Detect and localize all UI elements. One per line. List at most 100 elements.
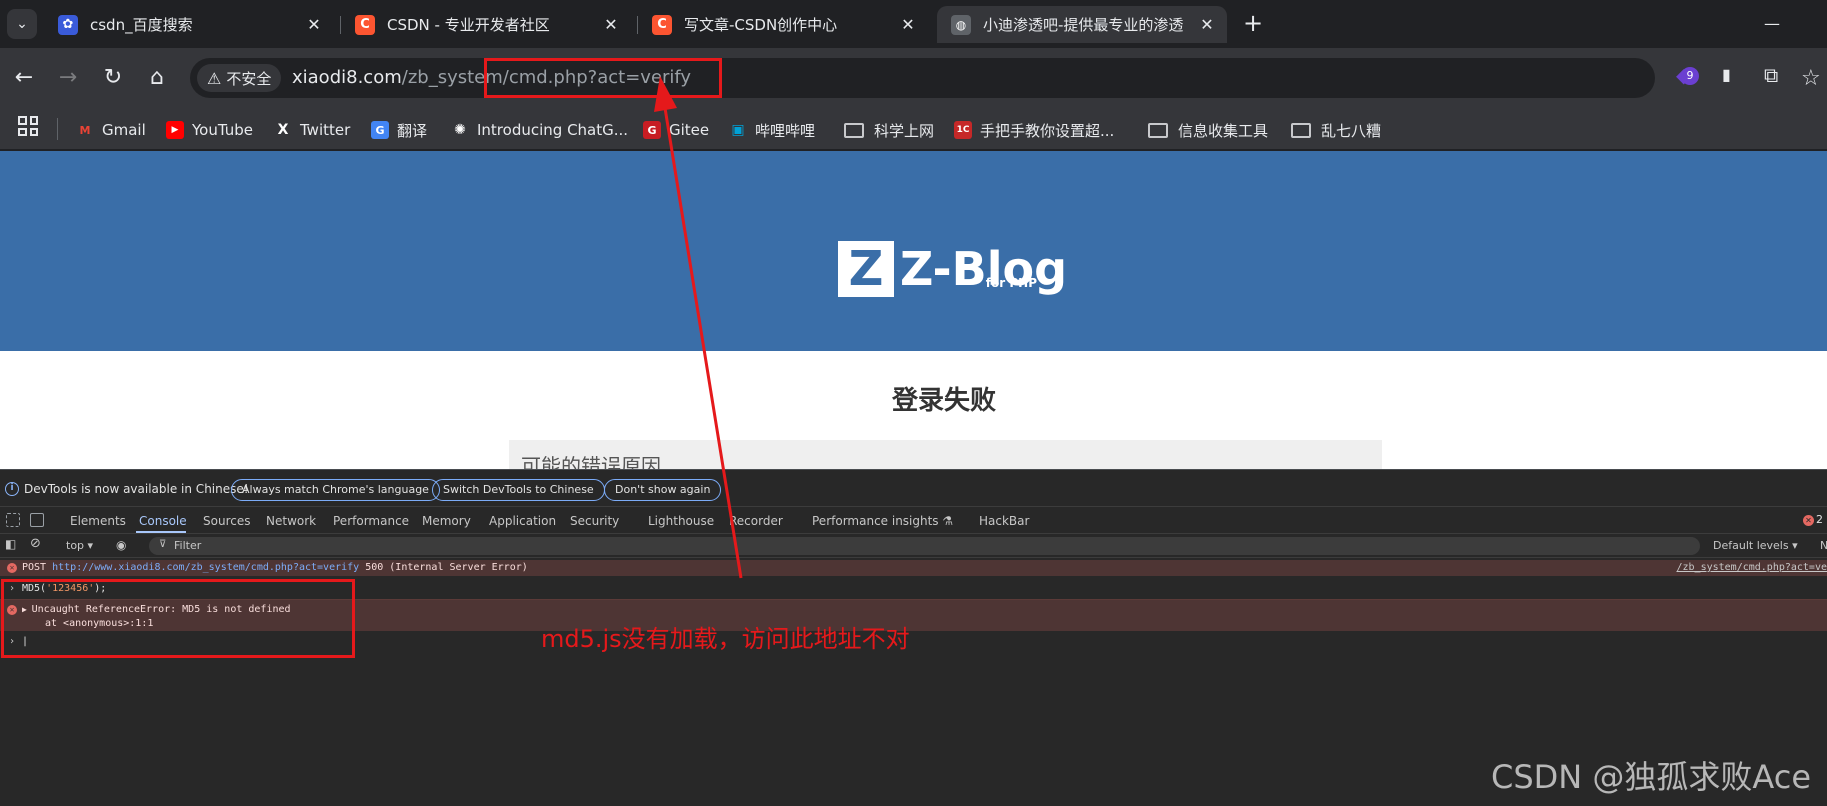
error-icon: ✕ [7,563,17,573]
console-filter-input[interactable]: ⊽ Filter [149,537,1700,555]
info-message: DevTools is now available in Chinese! [24,482,249,496]
tab-title: 小迪渗透吧-提供最专业的渗透 [983,16,1184,34]
folder-icon [1148,122,1168,138]
console-error-post: ✕ POST http://www.xiaodi8.com/zb_system/… [0,560,1827,576]
tab-console[interactable]: Console [139,514,187,528]
url-host: xiaodi8.com [292,67,402,88]
apps-grid-icon[interactable] [18,116,38,136]
tab-performance-insights[interactable]: Performance insights ⚗ [812,514,953,528]
tab-memory[interactable]: Memory [422,514,471,528]
tab-recorder[interactable]: Recorder [729,514,783,528]
chevron-down-icon: ⌄ [16,16,28,32]
annotation-box-console [1,579,355,658]
browser-toolbar: ← → ↻ ⌂ ⚠ 不安全 xiaodi8.com/zb_system/cmd.… [0,48,1827,110]
tab-network[interactable]: Network [266,514,316,528]
tab-performance[interactable]: Performance [333,514,409,528]
logo-wordmark: Z-Blog [900,242,1067,296]
log-levels-dropdown[interactable]: Default levels ▾ [1713,539,1798,552]
bookmark-youtube[interactable]: ▶ YouTube [166,116,253,144]
close-icon[interactable]: ✕ [601,15,621,34]
new-tab-button[interactable]: + [1239,10,1267,38]
annotation-box-url [484,58,722,98]
bookmark-twitter[interactable]: X Twitter [274,116,351,144]
sidebar-toggle-icon[interactable]: ◧ [5,537,16,551]
tab-xiaodi-active[interactable]: ◍ 小迪渗透吧-提供最专业的渗透 ✕ [937,6,1227,43]
tab-hackbar[interactable]: HackBar [979,514,1029,528]
active-tab-indicator [136,531,186,533]
close-icon[interactable]: ✕ [1197,15,1217,34]
tab-csdn[interactable]: C CSDN - 专业开发者社区 ✕ [341,6,631,43]
bookmark-star-icon[interactable]: ☆ [1801,66,1821,91]
error-icon: ✕ [1803,515,1814,526]
tab-search-button[interactable]: ⌄ [7,9,37,39]
bookmark-label: YouTube [192,121,253,139]
security-indicator[interactable]: ⚠ 不安全 [197,64,282,92]
tab-elements[interactable]: Elements [70,514,126,528]
back-button[interactable]: ← [8,62,40,94]
tab-application[interactable]: Application [489,514,556,528]
zblog-logo: Z Z-Blog for PHP [838,241,1067,297]
translate-icon: G [371,121,389,139]
bookmark-label: 信息收集工具 [1178,121,1269,140]
filter-placeholder: Filter [174,539,202,552]
address-bar[interactable]: ⚠ 不安全 xiaodi8.com/zb_system/cmd.php?act=… [190,58,1821,98]
extension-icon[interactable]: ▮ [1722,65,1731,84]
tab-sources[interactable]: Sources [203,514,250,528]
issues-button[interactable]: N [1820,539,1827,552]
status-text: 500 (Internal Server Error) [365,562,528,573]
bilibili-icon: ▣ [731,122,745,138]
logo-subtitle: for PHP [985,276,1037,290]
eye-icon[interactable]: ◉ [116,538,126,552]
bookmark-translate[interactable]: G 翻译 [371,116,427,144]
inspect-element-icon[interactable] [6,513,20,527]
reload-button[interactable]: ↻ [97,62,129,94]
bookmark-gitee[interactable]: G Gitee [643,116,709,144]
close-icon[interactable]: ✕ [898,15,918,34]
bookmark-label: Twitter [300,121,351,139]
minimize-button[interactable]: — [1742,0,1802,48]
bookmark-folder-info[interactable]: 信息收集工具 [1148,116,1268,144]
clear-console-icon[interactable]: ⊘ [30,536,41,551]
error-count-badge[interactable]: ✕ 2 [1803,513,1823,526]
bookmark-chatgpt[interactable]: ✺ Introducing ChatG... [451,116,628,144]
filter-icon: ⊽ [159,539,167,550]
switch-chinese-button[interactable]: Switch DevTools to Chinese [432,479,605,501]
context-selector[interactable]: top ▾ [66,539,93,552]
home-button[interactable]: ⌂ [141,62,173,94]
folder-icon [1291,122,1311,138]
extensions-puzzle-icon[interactable]: ⧉ [1764,63,1778,87]
bookmark-folder-misc[interactable]: 乱七八糟 [1291,116,1381,144]
forward-button[interactable]: → [52,62,84,94]
gmail-icon: M [79,123,91,137]
bookmark-gmail[interactable]: M Gmail [76,116,146,144]
bookmark-label: 科学上网 [874,121,935,140]
bookmark-label: 乱七八糟 [1321,121,1382,140]
device-toolbar-icon[interactable] [30,513,44,527]
source-link[interactable]: /zb_system/cmd.php?act=ve [1676,562,1827,573]
bookmark-bilibili[interactable]: ▣ 哔哩哔哩 [729,116,815,144]
folder-icon [844,122,864,138]
logo-mark: Z [838,241,894,297]
request-url-link[interactable]: http://www.xiaodi8.com/zb_system/cmd.php… [52,562,359,573]
bookmark-label: 哔哩哔哩 [755,121,816,140]
tab-baidu[interactable]: ✿ csdn_百度搜索 ✕ [44,6,334,43]
bookmark-folder-science[interactable]: 科学上网 [844,116,934,144]
tab-lighthouse[interactable]: Lighthouse [648,514,714,528]
dont-show-again-button[interactable]: Don't show again [604,479,722,501]
bookmark-label: 手把手教你设置超... [980,121,1115,140]
minimize-icon: — [1764,14,1780,33]
csdn-icon: C [652,14,672,35]
tab-csdn-editor[interactable]: C 写文章-CSDN创作中心 ✕ [638,6,928,43]
gitee-icon: G [643,121,661,139]
watermark: CSDN @独孤求败Ace [1491,758,1812,796]
devtools-info-bar: i DevTools is now available in Chinese! … [0,469,1827,507]
bookmarks-bar: M Gmail ▶ YouTube X Twitter G 翻译 ✺ Intro… [0,110,1827,150]
tab-security[interactable]: Security [570,514,619,528]
extension-badge: 9 [1681,67,1699,85]
close-icon[interactable]: ✕ [304,15,324,34]
bookmark-icon: 1C [954,121,972,139]
arrow-left-icon: ← [14,65,34,90]
match-language-button[interactable]: Always match Chrome's language [231,479,440,501]
bookmark-label: Gmail [102,121,146,139]
bookmark-tutorial[interactable]: 1C 手把手教你设置超... [954,116,1114,144]
